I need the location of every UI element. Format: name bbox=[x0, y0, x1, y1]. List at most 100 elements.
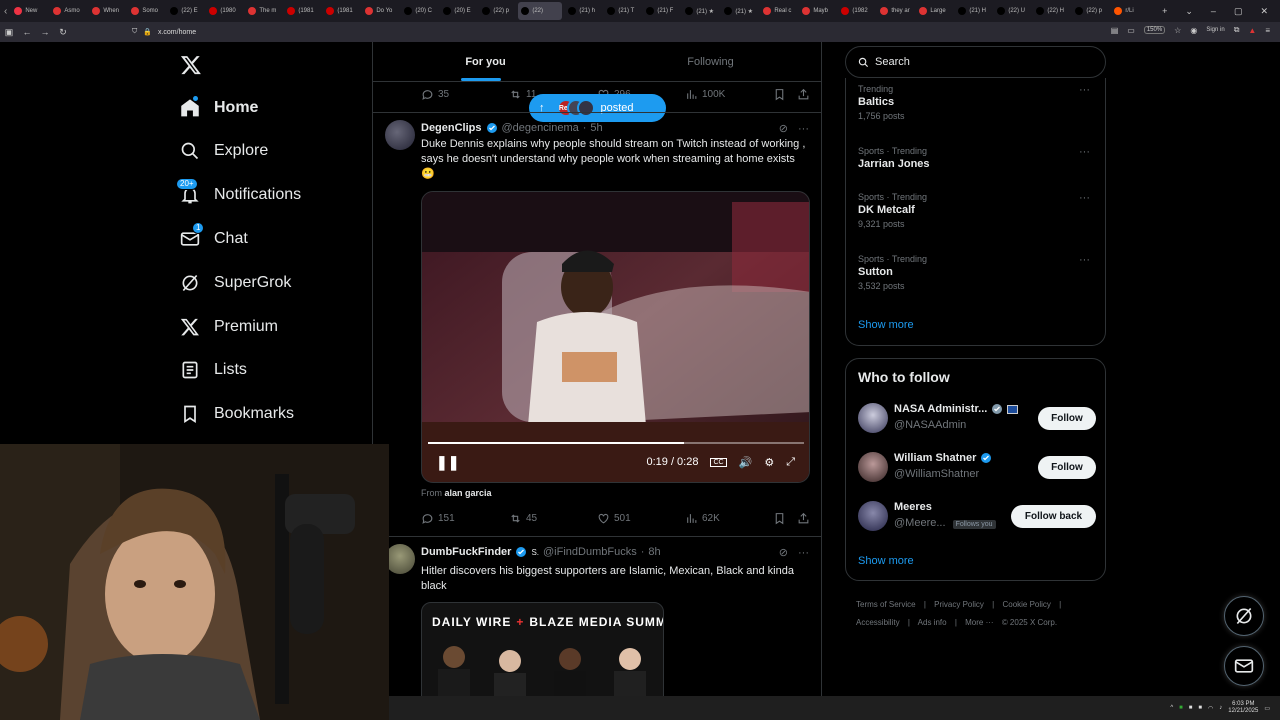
follow-back-button[interactable]: Follow back bbox=[1011, 505, 1096, 528]
footer-accessibility[interactable]: Accessibility bbox=[856, 618, 900, 627]
trends-show-more[interactable]: Show more bbox=[858, 319, 914, 331]
follow-suggestion[interactable]: William Shatner @WilliamShatner Follow bbox=[858, 450, 1096, 486]
trend-item[interactable]: Trending Baltics 1,756 posts ··· bbox=[858, 84, 1098, 121]
browser-tab[interactable]: (21) ★ bbox=[721, 2, 757, 20]
video-player[interactable]: ❚❚ 0:19 / 0:28 CC 🔊 ⚙ ⤢ bbox=[421, 191, 810, 483]
browser-tab[interactable]: (1982 bbox=[838, 2, 874, 20]
avatar[interactable] bbox=[385, 120, 415, 150]
follow-name[interactable]: Meeres bbox=[894, 501, 932, 513]
browser-tab[interactable]: New bbox=[11, 2, 47, 20]
more-icon[interactable]: ··· bbox=[1079, 146, 1090, 158]
browser-tab[interactable]: (22) H bbox=[1033, 2, 1069, 20]
browser-tab[interactable]: (1981 bbox=[323, 2, 359, 20]
from-name[interactable]: alan garcia bbox=[445, 488, 492, 498]
grok-fab[interactable] bbox=[1224, 596, 1264, 636]
forward-icon[interactable]: → bbox=[36, 27, 54, 37]
back-icon[interactable]: ← bbox=[18, 27, 36, 37]
browser-tab[interactable]: (1981 bbox=[284, 2, 320, 20]
tweet-image[interactable]: DAILY WIRE + BLAZE MEDIA SUMMIT bbox=[421, 602, 664, 696]
settings-icon[interactable]: ⚙ bbox=[764, 456, 774, 469]
nav-notifications[interactable]: Notifications 20+ bbox=[176, 178, 301, 209]
nav-lists[interactable]: Lists bbox=[180, 356, 247, 384]
reply-button[interactable]: 151 bbox=[421, 512, 455, 525]
browser-tab[interactable]: Do Yo bbox=[362, 2, 398, 20]
notification-center-icon[interactable]: ▭ bbox=[1264, 705, 1270, 712]
tab-list-icon[interactable]: ⌄ bbox=[1185, 6, 1193, 17]
tray-app-icon[interactable]: ■ bbox=[1189, 705, 1193, 711]
tray-chevron-icon[interactable]: ^ bbox=[1170, 705, 1173, 711]
follow-name[interactable]: William Shatner bbox=[894, 452, 976, 464]
browser-tab[interactable]: (20) E bbox=[440, 2, 476, 20]
like-button[interactable]: 501 bbox=[597, 512, 631, 525]
url-bar[interactable]: ⛉ 🔒 x.com/home bbox=[132, 25, 196, 39]
browser-tab[interactable]: (21) H bbox=[955, 2, 991, 20]
trend-item[interactable]: Sports · Trending DK Metcalf 9,321 posts… bbox=[858, 192, 1098, 229]
zoom-level[interactable]: 150% bbox=[1143, 26, 1166, 34]
footer-ads[interactable]: Ads info bbox=[918, 618, 947, 627]
captions-icon[interactable]: CC bbox=[710, 457, 727, 467]
tweet-time[interactable]: 5h bbox=[590, 122, 602, 134]
browser-tab[interactable]: (1980 bbox=[206, 2, 242, 20]
browser-tab[interactable]: they ar bbox=[877, 2, 913, 20]
follow-button[interactable]: Follow bbox=[1038, 456, 1096, 479]
browser-tab[interactable]: r/Li bbox=[1111, 2, 1147, 20]
tab-following[interactable]: Following bbox=[598, 42, 821, 81]
fullscreen-icon[interactable]: ⤢ bbox=[786, 456, 795, 469]
browser-tab[interactable]: (20) C bbox=[401, 2, 437, 20]
close-window-icon[interactable]: ✕ bbox=[1260, 6, 1268, 17]
views-button[interactable]: 100K bbox=[685, 88, 725, 101]
footer-privacy[interactable]: Privacy Policy bbox=[934, 600, 984, 609]
pause-icon[interactable]: ❚❚ bbox=[436, 454, 459, 471]
tab-scroll-left-icon[interactable]: ‹ bbox=[4, 6, 7, 17]
taskbar-clock[interactable]: 6:03 PM 12/21/2025 bbox=[1228, 701, 1258, 715]
more-icon[interactable]: ··· bbox=[1079, 254, 1090, 266]
footer-more[interactable]: More ··· bbox=[965, 618, 993, 627]
new-tab-button[interactable]: + bbox=[1162, 6, 1167, 16]
browser-tab[interactable]: (21) F bbox=[643, 2, 679, 20]
menu-icon[interactable]: ≡ bbox=[1265, 26, 1270, 35]
browser-tab[interactable]: Somo bbox=[128, 2, 164, 20]
browser-tab[interactable]: Asmo bbox=[50, 2, 86, 20]
avatar[interactable] bbox=[385, 544, 415, 574]
volume-icon[interactable]: 🔊 bbox=[739, 456, 753, 469]
author-name[interactable]: DegenClips bbox=[421, 122, 482, 134]
wifi-icon[interactable]: ◠ bbox=[1208, 705, 1213, 712]
sidebar-toggle-icon[interactable]: ▣ bbox=[0, 27, 18, 38]
avatar[interactable] bbox=[858, 403, 888, 433]
views-button[interactable]: 62K bbox=[685, 512, 720, 525]
tab-for-you[interactable]: For you bbox=[373, 42, 598, 81]
browser-tab[interactable]: (21) h bbox=[565, 2, 601, 20]
follow-suggestion[interactable]: NASA Administr... @NASAAdmin Follow bbox=[858, 401, 1096, 437]
browser-tab[interactable]: (21) ★ bbox=[682, 2, 718, 20]
browser-tab[interactable]: The m bbox=[245, 2, 281, 20]
tray-app-icon[interactable]: ■ bbox=[1198, 705, 1202, 711]
bookmark-icon[interactable] bbox=[773, 88, 786, 101]
nav-bookmarks[interactable]: Bookmarks bbox=[180, 400, 294, 428]
browser-tab[interactable]: (22) p bbox=[1072, 2, 1108, 20]
nav-premium[interactable]: Premium bbox=[180, 313, 278, 341]
messages-fab[interactable] bbox=[1224, 646, 1264, 686]
volume-icon[interactable]: ♪ bbox=[1219, 705, 1222, 711]
reload-icon[interactable]: ↻ bbox=[54, 27, 72, 38]
nav-supergrok[interactable]: SuperGrok bbox=[180, 269, 291, 297]
trend-item[interactable]: Sports · Trending Sutton 3,532 posts ··· bbox=[858, 254, 1098, 291]
reply-button[interactable]: 35 bbox=[421, 88, 449, 101]
browser-tab-active[interactable]: (22) bbox=[518, 2, 563, 20]
browser-tab[interactable]: (22) U bbox=[994, 2, 1030, 20]
nav-home[interactable]: Home bbox=[180, 94, 258, 122]
maximize-icon[interactable]: ▢ bbox=[1234, 6, 1243, 17]
share-icon[interactable] bbox=[797, 512, 810, 525]
author-name[interactable]: DumbFuckFinder bbox=[421, 546, 511, 558]
follow-button[interactable]: Follow bbox=[1038, 407, 1096, 430]
browser-tab[interactable]: (22) p bbox=[479, 2, 515, 20]
browser-tab[interactable]: Large bbox=[916, 2, 952, 20]
follow-show-more[interactable]: Show more bbox=[858, 555, 914, 567]
bookmark-star-icon[interactable]: ☆ bbox=[1174, 26, 1181, 35]
more-icon[interactable]: ··· bbox=[1079, 84, 1090, 96]
pip-icon[interactable]: ▭ bbox=[1127, 26, 1135, 35]
author-handle[interactable]: @iFindDumbFucks bbox=[543, 546, 637, 558]
repost-button[interactable]: 45 bbox=[509, 512, 537, 525]
account-icon[interactable]: ◉ bbox=[1190, 26, 1197, 35]
author-handle[interactable]: @degencinema bbox=[502, 122, 579, 134]
bookmark-icon[interactable] bbox=[773, 512, 786, 525]
